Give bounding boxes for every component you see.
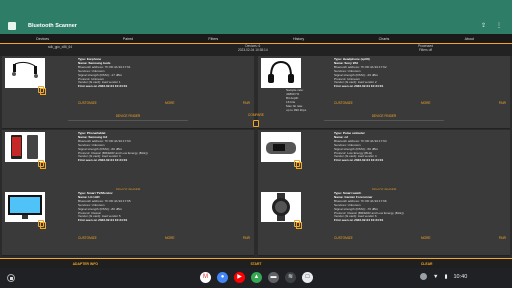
earphones-image (5, 58, 45, 88)
headphones-image (261, 58, 301, 88)
chrome-icon[interactable]: ● (217, 272, 228, 283)
shelf-apps: M ● ▶ ▲ ▬ ≋ □ (200, 272, 313, 283)
filters-status: Filters off (419, 47, 433, 52)
tab-filters[interactable]: Filters (171, 34, 256, 43)
scan-summary: Devices: 6 2023-02-04 10:38:14 (238, 44, 268, 52)
device-card[interactable]: Type: Smart watch Name: Garmin Forerunne… (258, 190, 510, 256)
device-info: Type: Phone/tablet Name: Samsung G2 Blue… (78, 131, 250, 163)
bit-rate-value: up to 990 kbps (286, 107, 307, 112)
window-controls: ⇪ ⋮ (481, 23, 502, 29)
card-actions: CUSTOMIZE MORE PAIR (334, 236, 506, 240)
audio-specs: Sample rate: 44800 Hz Bit depth: 16 bits… (286, 88, 307, 112)
status-bar (0, 0, 512, 18)
customize-button[interactable]: CUSTOMIZE (78, 236, 97, 240)
copy-icon[interactable] (38, 160, 46, 169)
device-info: Type: Smart TV/Monitor Name: LG LED Blue… (78, 191, 250, 223)
copy-icon[interactable] (38, 220, 46, 229)
smartwatch-image (261, 192, 301, 222)
device-first-seen: First seen on 2023-02-04 10:34:01 (78, 218, 128, 223)
start-button[interactable]: START (171, 259, 342, 268)
app-icon (8, 22, 16, 30)
device-first-seen: First seen on 2023-02-04 10:34:01 (78, 84, 128, 89)
play-store-icon[interactable]: ▲ (251, 272, 262, 283)
compare-copy-icon[interactable] (253, 120, 259, 127)
wifi-icon: ▼ (433, 273, 439, 280)
more-button[interactable]: MORE (165, 236, 175, 240)
device-info: Type: Headphone (sp00) Name: Sony WH Blu… (334, 57, 506, 89)
device-card[interactable]: Sample rate: 44800 Hz Bit depth: 16 bits… (258, 56, 510, 129)
footer-bar: ADAPTER INFO START CLEAR (0, 258, 512, 268)
more-button[interactable]: MORE (421, 101, 431, 105)
device-card[interactable]: Type: Smart TV/Monitor Name: LG LED Blue… (2, 190, 254, 256)
tab-charts[interactable]: Charts (341, 34, 426, 43)
customize-button[interactable]: CUSTOMIZE (334, 101, 353, 105)
copy-icon[interactable] (38, 86, 46, 95)
tab-paired[interactable]: Paired (85, 34, 170, 43)
more-button[interactable]: MORE (165, 101, 175, 105)
gmail-icon[interactable]: M (200, 272, 211, 283)
device-info: Type: Pulse oximeter Name: o2 Bluetooth … (334, 131, 506, 163)
phone-image (5, 132, 45, 162)
customize-button[interactable]: CUSTOMIZE (78, 101, 97, 105)
copy-icon[interactable] (294, 220, 302, 229)
device-first-seen: First seen on 2023-02-04 10:34:01 (334, 218, 384, 223)
tab-history[interactable]: History (256, 34, 341, 43)
device-info: Type: Earphone Name: Samsung buds Blueto… (78, 57, 250, 89)
info-bar: sdk_gpc_x86_64 Devices: 6 2023-02-04 10:… (0, 44, 512, 56)
bluetooth-scanner-app-icon[interactable]: ≋ (285, 272, 296, 283)
youtube-icon[interactable]: ▶ (234, 272, 245, 283)
customize-button[interactable]: CUSTOMIZE (334, 236, 353, 240)
scan-timestamp: 2023-02-04 10:38:14 (238, 47, 268, 52)
files-icon[interactable]: ▬ (268, 272, 279, 283)
device-first-seen: First seen on 2023-02-04 10:34:01 (334, 84, 384, 89)
screen-capture-icon[interactable]: □ (302, 272, 313, 283)
pair-button[interactable]: PAIR (243, 236, 250, 240)
device-info: Type: Smart watch Name: Garmin Forerunne… (334, 191, 506, 223)
notification-icon[interactable] (420, 273, 427, 280)
system-tray[interactable]: ▼ ▮ 10:40 (420, 273, 467, 280)
adapter-info-button[interactable]: ADAPTER INFO (0, 259, 171, 268)
card-actions: CUSTOMIZE MORE PAIR (78, 236, 250, 240)
launcher-icon[interactable] (7, 274, 15, 282)
clock: 10:40 (453, 273, 468, 280)
compare-button[interactable]: COMPARE (0, 113, 512, 117)
filter-status: Processed Filters off (418, 44, 433, 52)
card-actions: CUSTOMIZE MORE PAIR (334, 101, 506, 105)
pair-button[interactable]: PAIR (499, 236, 506, 240)
pair-button[interactable]: PAIR (243, 101, 250, 105)
clear-button[interactable]: CLEAR (341, 259, 512, 268)
share-icon[interactable]: ⇪ (481, 23, 486, 29)
os-shelf: M ● ▶ ▲ ▬ ≋ □ ▼ ▮ 10:40 (0, 268, 512, 288)
title-bar: Bluetooth Scanner ⇪ ⋮ (0, 18, 512, 34)
device-card[interactable]: Type: Earphone Name: Samsung buds Blueto… (2, 56, 254, 129)
app-title: Bluetooth Scanner (28, 23, 77, 29)
card-actions: CUSTOMIZE MORE PAIR (78, 101, 250, 105)
tab-bar: Devices Paired Filters History Charts Ab… (0, 34, 512, 44)
device-name: sdk_gpc_x86_64 (48, 45, 73, 49)
battery-icon: ▮ (444, 273, 448, 280)
pair-button[interactable]: PAIR (499, 101, 506, 105)
device-first-seen: First seen on 2023-02-04 10:34:01 (78, 158, 128, 163)
oximeter-image (261, 132, 301, 162)
tab-devices[interactable]: Devices (0, 34, 85, 43)
more-button[interactable]: MORE (421, 236, 431, 240)
copy-icon[interactable] (294, 160, 302, 169)
device-first-seen: First seen on 2023-02-04 10:34:01 (334, 158, 384, 163)
overflow-menu-icon[interactable]: ⋮ (496, 23, 502, 29)
tab-about[interactable]: About (427, 34, 512, 43)
monitor-image (5, 192, 45, 222)
